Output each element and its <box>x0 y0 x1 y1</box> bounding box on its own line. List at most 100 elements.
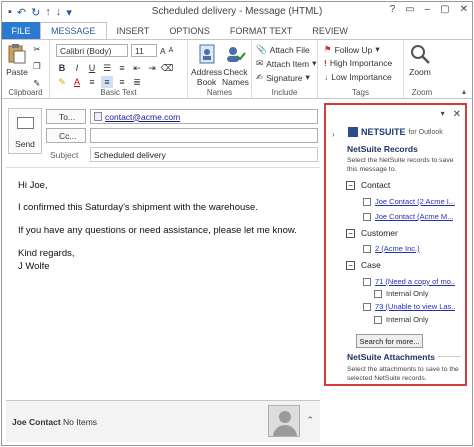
align-center-icon[interactable]: ≡ <box>101 76 113 88</box>
tab-insert[interactable]: INSERT <box>107 22 160 40</box>
attach-item-button[interactable]: ✉ Attach Item ▾ <box>256 58 316 69</box>
message-body[interactable]: Hi Joe, I confirmed this Saturday's ship… <box>6 167 320 399</box>
ribbon-tabs: FILE MESSAGE INSERT OPTIONS FORMAT TEXT … <box>2 22 472 40</box>
record-item[interactable]: Joe Contact (Acme M... <box>363 212 453 221</box>
chevron-down-icon: ▾ <box>312 58 317 68</box>
records-description: Select the NetSuite records to save this… <box>347 157 454 173</box>
record-link[interactable]: 2 (Acme Inc.) <box>375 244 420 253</box>
align-left-icon[interactable]: ≡ <box>86 76 98 88</box>
record-item[interactable]: 71 (Need a copy of mo... <box>363 277 455 286</box>
increase-indent-icon[interactable]: ⇥ <box>146 62 158 74</box>
to-field[interactable]: contact@acme.com <box>90 109 318 124</box>
internal-only-option[interactable]: Internal Only <box>374 315 429 324</box>
record-checkbox[interactable] <box>363 212 371 221</box>
justify-icon[interactable]: ≣ <box>131 76 143 88</box>
underline-icon[interactable]: U <box>86 62 98 74</box>
bullets-icon[interactable]: ☰ <box>101 62 113 74</box>
subject-field[interactable]: Scheduled delivery <box>90 147 318 162</box>
pane-menu-icon[interactable]: ▾ <box>441 109 445 120</box>
numbering-icon[interactable]: ≡ <box>116 62 128 74</box>
highlight-icon[interactable]: ✎ <box>56 76 68 88</box>
collapse-minus-icon[interactable]: − <box>346 228 355 238</box>
cut-icon[interactable]: ✂ <box>33 44 40 55</box>
font-size-dropdown[interactable]: 11 <box>131 44 157 57</box>
collapse-ribbon-icon[interactable]: ▴ <box>462 87 466 96</box>
low-importance-label: Low Importance <box>331 72 392 82</box>
record-checkbox[interactable] <box>363 244 371 253</box>
flag-icon: ⚑ <box>324 44 332 54</box>
people-pane-info: Joe Contact No Items <box>12 417 97 427</box>
shrink-font-icon[interactable]: A <box>169 47 174 54</box>
font-color-icon[interactable]: A <box>71 76 83 88</box>
people-pane: Joe Contact No Items ⌃ <box>6 400 320 442</box>
attachments-title: NetSuite Attachments <box>347 352 439 362</box>
record-item[interactable]: 73 (Unable to view Las... <box>363 302 455 311</box>
address-book-button[interactable]: Address Book <box>191 43 222 87</box>
cc-button[interactable]: Cc... <box>46 128 86 143</box>
close-pane-icon[interactable]: ✕ <box>453 109 461 120</box>
decrease-indent-icon[interactable]: ⇤ <box>131 62 143 74</box>
category-customer[interactable]: − Customer <box>346 228 398 238</box>
avatar[interactable] <box>268 405 300 437</box>
address-book-label-1: Address <box>191 67 223 77</box>
copy-icon[interactable]: ❐ <box>33 61 41 72</box>
body-line: If you have any questions or need assist… <box>18 225 297 236</box>
italic-icon[interactable]: I <box>71 62 83 74</box>
collapse-minus-icon[interactable]: − <box>346 260 355 270</box>
tab-message[interactable]: MESSAGE <box>40 22 107 40</box>
exclamation-icon: ! <box>324 58 327 68</box>
grow-font-icon[interactable]: A <box>160 46 166 56</box>
paste-button[interactable]: Paste <box>6 43 28 77</box>
tab-file[interactable]: FILE <box>2 22 40 40</box>
check-names-button[interactable]: Check Names <box>222 43 249 87</box>
internal-only-checkbox[interactable] <box>374 315 382 324</box>
close-icon[interactable]: ✕ <box>460 4 468 15</box>
records-title: NetSuite Records <box>347 144 418 154</box>
tab-options[interactable]: OPTIONS <box>159 22 220 40</box>
search-for-more-button[interactable]: Search for more... <box>356 334 423 348</box>
zoom-button[interactable]: Zoom <box>409 43 431 77</box>
high-importance-button[interactable]: ! High Importance <box>324 58 392 68</box>
collapse-pane-icon[interactable]: › <box>332 130 335 139</box>
check-names-icon <box>227 47 247 62</box>
category-case[interactable]: − Case <box>346 260 381 270</box>
align-right-icon[interactable]: ≡ <box>116 76 128 88</box>
people-pane-name[interactable]: Joe Contact <box>12 417 61 427</box>
help-icon[interactable]: ? <box>390 4 396 15</box>
tab-review[interactable]: REVIEW <box>302 22 358 40</box>
to-button[interactable]: To... <box>46 109 86 124</box>
send-label: Send <box>15 139 35 149</box>
maximize-icon[interactable]: ▢ <box>440 4 449 15</box>
record-link[interactable]: Joe Contact (Acme M... <box>375 212 453 221</box>
to-recipient[interactable]: contact@acme.com <box>105 112 180 122</box>
contact-card-icon <box>94 112 102 121</box>
expand-people-pane-icon[interactable]: ⌃ <box>306 415 314 426</box>
attach-file-button[interactable]: 📎 Attach File <box>256 44 310 55</box>
record-checkbox[interactable] <box>363 302 371 311</box>
font-name-dropdown[interactable]: Calibri (Body) <box>56 44 128 57</box>
minimize-icon[interactable]: – <box>425 4 431 15</box>
record-checkbox[interactable] <box>363 197 371 206</box>
record-checkbox[interactable] <box>363 277 371 286</box>
collapse-minus-icon[interactable]: − <box>346 180 355 190</box>
cc-field[interactable] <box>90 128 318 143</box>
low-importance-button[interactable]: ↓ Low Importance <box>324 72 392 82</box>
internal-only-checkbox[interactable] <box>374 289 382 298</box>
record-link[interactable]: 71 (Need a copy of mo... <box>375 277 455 286</box>
record-link[interactable]: Joe Contact (2 Acme I... <box>375 197 455 206</box>
tab-format-text[interactable]: FORMAT TEXT <box>220 22 303 40</box>
follow-up-button[interactable]: ⚑ Follow Up ▾ <box>324 44 380 55</box>
subject-label: Subject <box>50 150 79 160</box>
clear-format-icon[interactable]: ⌫ <box>161 62 174 74</box>
category-contact[interactable]: − Contact <box>346 180 390 190</box>
ribbon-display-icon[interactable]: ▭ <box>405 4 414 15</box>
record-link[interactable]: 73 (Unable to view Las... <box>375 302 455 311</box>
internal-only-option[interactable]: Internal Only <box>374 289 429 298</box>
signature-button[interactable]: ✍ Signature ▾ <box>256 72 310 83</box>
send-button[interactable]: Send <box>8 108 42 154</box>
record-item[interactable]: 2 (Acme Inc.) <box>363 244 420 253</box>
font-name-value: Calibri (Body) <box>60 45 112 56</box>
bold-icon[interactable]: B <box>56 62 68 74</box>
record-item[interactable]: Joe Contact (2 Acme I... <box>363 197 455 206</box>
netsuite-logo-icon <box>348 127 358 137</box>
